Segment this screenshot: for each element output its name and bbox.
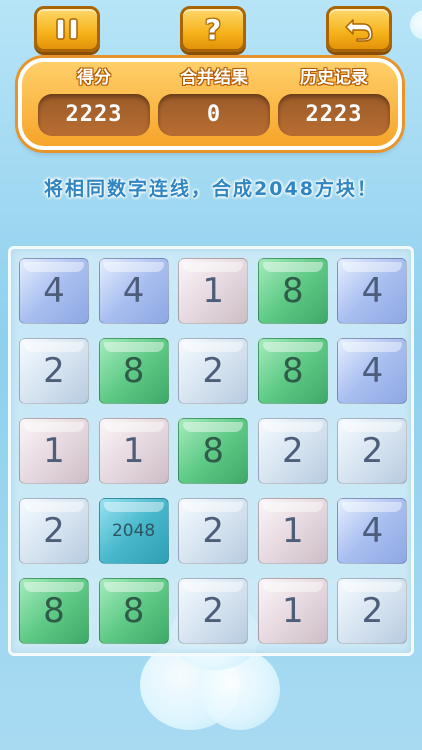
tile-2[interactable]: 2 [337,578,408,644]
score-value: 2223 [38,94,150,136]
score-box: 得分 2223 [38,66,150,136]
pause-icon [56,18,78,40]
tile-4[interactable]: 4 [337,338,408,404]
merge-box: 合并结果 0 [158,66,270,136]
tile-2[interactable]: 2 [19,338,89,404]
tile-1[interactable]: 1 [257,498,328,564]
tile-2[interactable]: 2 [19,498,89,564]
tile-2[interactable]: 2 [178,578,249,644]
tile-4[interactable]: 4 [98,258,169,324]
back-button[interactable] [326,6,392,52]
tile-8[interactable]: 8 [98,578,169,644]
help-button[interactable]: ? [180,6,246,52]
tile-2048[interactable]: 2048 [98,498,169,564]
tile-2[interactable]: 2 [178,498,249,564]
tile-2[interactable]: 2 [178,338,249,404]
score-panel: 得分 2223 合并结果 0 历史记录 2223 [18,58,402,150]
game-board: 4 4 1 8 4 2 8 2 8 4 1 1 8 2 2 2 2048 2 1 4 8 8 2 1 2 [8,246,414,656]
best-label: 历史记录 [300,68,368,88]
tile-8[interactable]: 8 [98,338,169,404]
tile-4[interactable]: 4 [19,258,89,324]
best-value: 2223 [278,94,390,136]
tile-2[interactable]: 2 [337,418,408,484]
tile-8[interactable]: 8 [257,258,328,324]
merge-label: 合并结果 [180,68,248,88]
tile-8[interactable]: 8 [178,418,249,484]
tile-4[interactable]: 4 [337,498,408,564]
instruction-text: 将相同数字连线，合成2048方块！ [44,178,378,200]
tile-2[interactable]: 2 [257,418,328,484]
cloud-decoration [410,10,422,40]
tile-8[interactable]: 8 [19,578,89,644]
help-label: ? [204,12,222,46]
pause-button[interactable] [34,6,100,52]
back-arrow-icon [345,19,373,42]
tile-1[interactable]: 1 [98,418,169,484]
tile-1[interactable]: 1 [19,418,89,484]
tile-1[interactable]: 1 [178,258,249,324]
score-label: 得分 [77,68,111,88]
tile-1[interactable]: 1 [257,578,328,644]
tile-8[interactable]: 8 [257,338,328,404]
tile-4[interactable]: 4 [337,258,408,324]
best-box: 历史记录 2223 [278,66,390,136]
merge-value: 0 [158,94,270,136]
